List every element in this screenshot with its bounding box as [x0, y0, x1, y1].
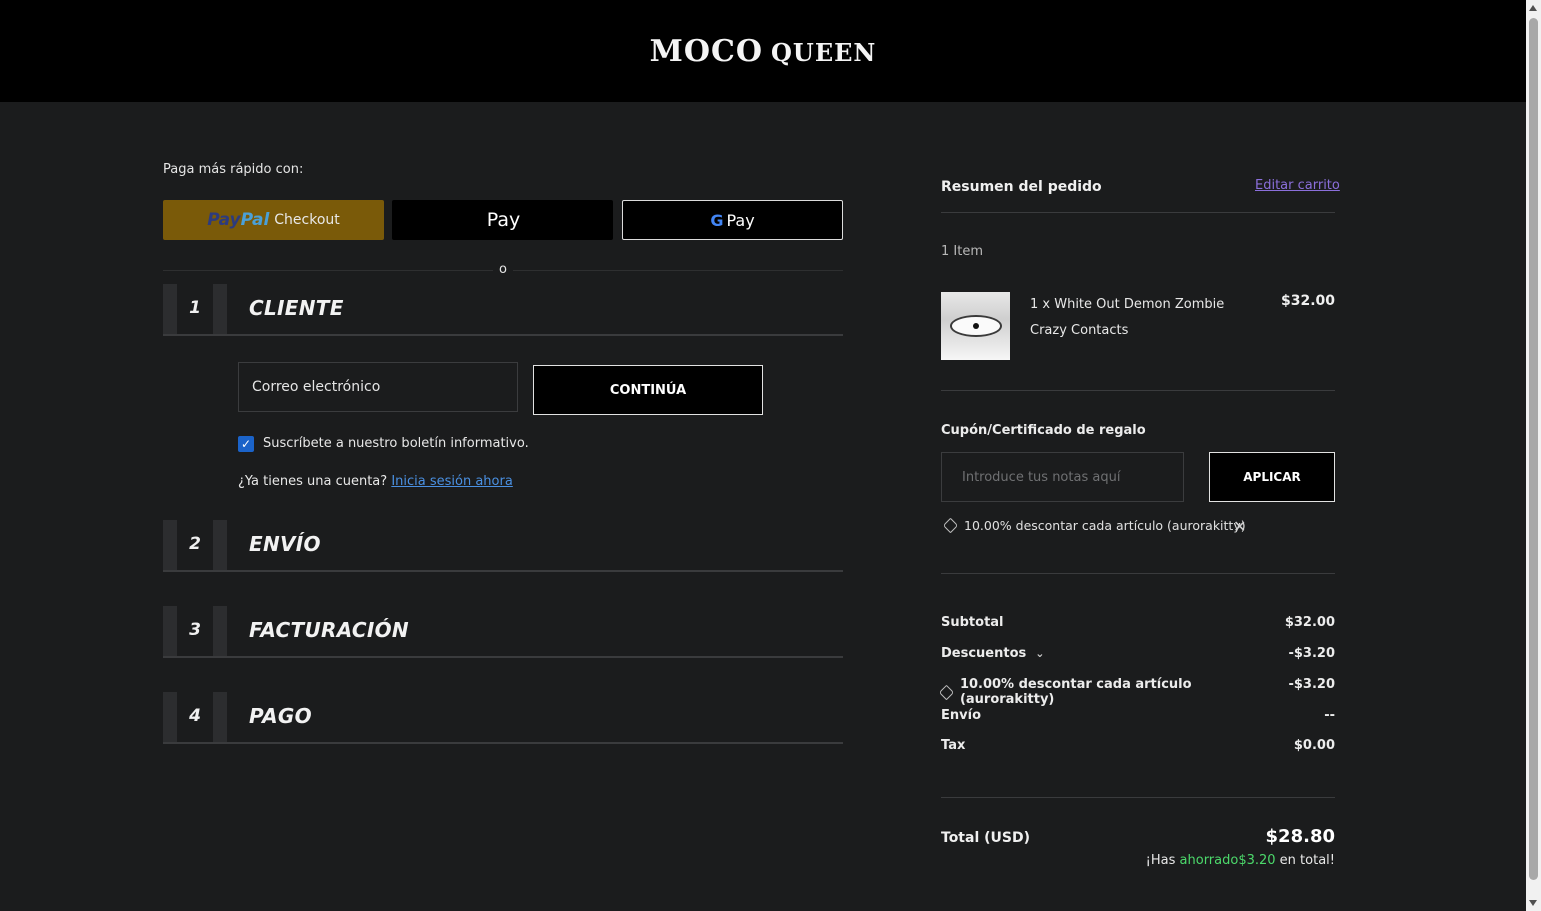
total-row: Total (USD) $28.80 — [941, 826, 1335, 847]
step-underline — [163, 570, 843, 572]
continue-button[interactable]: CONTINÚA — [533, 365, 763, 415]
order-summary-title: Resumen del pedido — [941, 179, 1102, 195]
remove-coupon-icon[interactable]: ✕ — [1233, 517, 1246, 536]
total-label: Total (USD) — [941, 830, 1030, 846]
store-logo[interactable]: MOCO QUEEN — [650, 34, 877, 69]
step-underline — [163, 742, 843, 744]
savings-message: ¡Has ahorrado$3.20 en total! — [1100, 853, 1335, 868]
savings-prefix: ¡Has — [1145, 853, 1180, 868]
tax-value: $0.00 — [1293, 738, 1335, 753]
account-prompt-text: ¿Ya tienes una cuenta? — [238, 474, 388, 489]
step-title: ENVÍO — [249, 532, 321, 556]
step-pago[interactable]: 4 PAGO — [163, 692, 843, 744]
site-header: MOCO QUEEN — [0, 0, 1526, 102]
logo-text-moco: MOCO — [649, 33, 763, 69]
discounts-row[interactable]: Descuentos ⌄ -$3.20 — [941, 646, 1335, 661]
coupon-input[interactable] — [941, 452, 1184, 502]
step-accent-bar — [163, 520, 177, 572]
or-divider-text: o — [493, 262, 513, 277]
paypal-checkout-button[interactable]: Pay Pal Checkout — [163, 200, 384, 240]
subtotal-value: $32.00 — [1284, 615, 1335, 630]
discount-detail-value: -$3.20 — [1288, 677, 1335, 692]
step-facturacion[interactable]: 3 FACTURACIÓN — [163, 606, 843, 658]
chevron-down-icon[interactable]: ⌄ — [1035, 647, 1044, 660]
step-number: 3 — [189, 620, 201, 640]
coupon-label: Cupón/Certificado de regalo — [941, 423, 1146, 438]
summary-divider — [941, 573, 1335, 574]
step-title: PAGO — [249, 704, 312, 728]
summary-divider — [941, 797, 1335, 798]
paypal-logo-pay: Pay — [207, 210, 241, 230]
paypal-logo-pal: Pal — [240, 210, 270, 230]
discount-detail-row: 10.00% descontar cada artículo (auroraki… — [938, 677, 1335, 707]
step-accent-bar — [213, 606, 227, 658]
paypal-checkout-text: Checkout — [274, 212, 340, 228]
discounts-value: -$3.20 — [1288, 646, 1335, 661]
apple-pay-text: Pay — [486, 209, 521, 231]
eye-contact-image — [949, 315, 1002, 337]
step-number: 4 — [189, 706, 201, 726]
page-scrollbar[interactable] — [1526, 0, 1541, 911]
summary-divider — [941, 390, 1335, 391]
step-title: FACTURACIÓN — [249, 618, 409, 642]
item-count: 1 Item — [941, 244, 983, 259]
scroll-down-icon[interactable] — [1529, 900, 1537, 906]
step-number: 1 — [189, 298, 201, 318]
step-number: 2 — [189, 534, 201, 554]
discount-detail-label: 10.00% descontar cada artículo (auroraki… — [959, 677, 1192, 707]
newsletter-checkbox[interactable]: ✓ — [238, 436, 254, 452]
tax-row: Tax $0.00 — [941, 738, 1335, 753]
product-name: 1 x White Out Demon Zombie Crazy Contact… — [1030, 297, 1225, 338]
subtotal-label: Subtotal — [941, 615, 1004, 630]
shipping-label: Envío — [941, 708, 981, 723]
signin-link[interactable]: Inicia sesión ahora — [391, 474, 513, 489]
step-accent-bar — [213, 520, 227, 572]
email-field[interactable] — [238, 362, 518, 412]
scroll-up-icon[interactable] — [1529, 5, 1537, 11]
step-accent-bar — [163, 284, 177, 336]
scrollbar-thumb[interactable] — [1529, 18, 1538, 880]
edit-cart-link[interactable]: Editar carrito — [1255, 178, 1340, 193]
step-envio[interactable]: 2 ENVÍO — [163, 520, 843, 572]
express-checkout-label: Paga más rápido con: — [163, 162, 304, 177]
google-pay-button[interactable]: G Pay — [622, 200, 843, 240]
google-g-icon: G — [710, 210, 724, 230]
step-accent-bar — [213, 284, 227, 336]
logo-text-queen: QUEEN — [771, 37, 877, 67]
shipping-value: -- — [1324, 708, 1335, 723]
step-underline — [163, 334, 843, 336]
google-pay-text: Pay — [726, 210, 755, 230]
total-amount: $28.80 — [1265, 826, 1335, 847]
step-cliente: 1 CLIENTE — [163, 284, 843, 336]
applied-coupon: 10.00% descontar cada artículo (auroraki… — [942, 517, 1246, 534]
summary-divider — [941, 212, 1335, 213]
tax-label: Tax — [941, 738, 966, 753]
product-price: $32.00 — [1280, 293, 1335, 309]
apply-coupon-button[interactable]: APLICAR — [1209, 452, 1335, 502]
subtotal-row: Subtotal $32.00 — [941, 615, 1335, 630]
discounts-label: Descuentos — [941, 646, 1027, 661]
product-thumbnail — [941, 292, 1010, 360]
shipping-row: Envío -- — [941, 708, 1335, 723]
savings-suffix: en total! — [1275, 853, 1335, 868]
savings-amount: ahorrado$3.20 — [1179, 853, 1276, 868]
account-prompt: ¿Ya tienes una cuenta? Inicia sesión aho… — [238, 474, 513, 489]
applied-coupon-text: 10.00% descontar cada artículo (auroraki… — [964, 518, 1246, 533]
step-underline — [163, 656, 843, 658]
apple-pay-button[interactable]: Pay — [392, 200, 613, 240]
tag-icon — [938, 684, 955, 700]
tag-icon — [942, 517, 959, 534]
step-accent-bar — [163, 692, 177, 744]
step-title: CLIENTE — [249, 296, 344, 320]
step-accent-bar — [213, 692, 227, 744]
newsletter-label: Suscríbete a nuestro boletín informativo… — [263, 436, 529, 451]
step-accent-bar — [163, 606, 177, 658]
